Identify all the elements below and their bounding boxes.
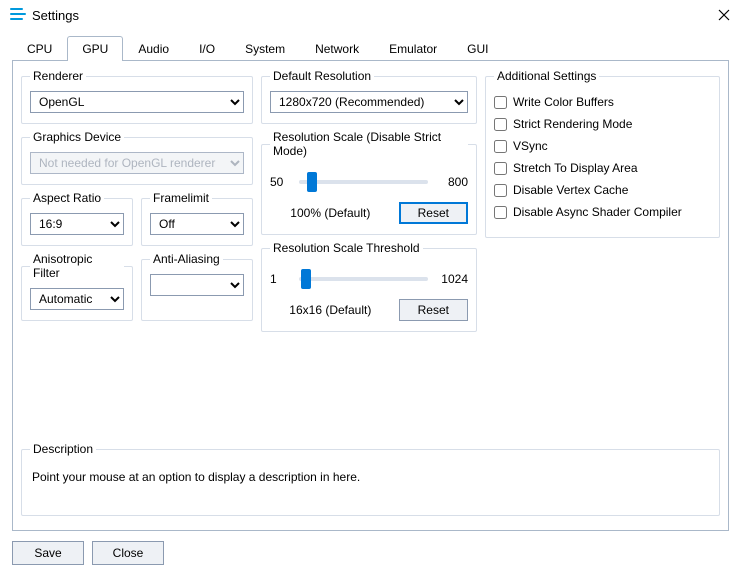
resolution-scale-slider[interactable]	[299, 172, 428, 192]
disable-vertex-cache-checkbox[interactable]	[494, 184, 507, 197]
tab-system[interactable]: System	[230, 36, 300, 61]
stretch-label: Stretch To Display Area	[513, 161, 638, 175]
framelimit-group: Framelimit Off	[141, 191, 253, 246]
framelimit-legend: Framelimit	[150, 191, 212, 205]
resolution-threshold-legend: Resolution Scale Threshold	[270, 241, 423, 255]
graphics-device-legend: Graphics Device	[30, 130, 124, 144]
anisotropic-group: Anisotropic Filter Automatic	[21, 252, 133, 321]
antialiasing-select[interactable]	[150, 274, 244, 296]
aspect-ratio-group: Aspect Ratio 16:9	[21, 191, 133, 246]
renderer-legend: Renderer	[30, 69, 86, 83]
disable-vertex-cache-row[interactable]: Disable Vertex Cache	[494, 183, 711, 197]
resolution-scale-min: 50	[270, 175, 293, 189]
vsync-row[interactable]: VSync	[494, 139, 711, 153]
default-resolution-select[interactable]: 1280x720 (Recommended)	[270, 91, 468, 113]
renderer-select[interactable]: OpenGL	[30, 91, 244, 113]
disable-async-shader-label: Disable Async Shader Compiler	[513, 205, 682, 219]
tab-cpu[interactable]: CPU	[12, 36, 67, 61]
renderer-group: Renderer OpenGL	[21, 69, 253, 124]
resolution-scale-group: Resolution Scale (Disable Strict Mode) 5…	[261, 130, 477, 235]
anisotropic-select[interactable]: Automatic	[30, 288, 124, 310]
description-group: Description Point your mouse at an optio…	[21, 442, 720, 516]
vsync-checkbox[interactable]	[494, 140, 507, 153]
description-text: Point your mouse at an option to display…	[30, 464, 711, 490]
resolution-threshold-current: 16x16 (Default)	[270, 303, 391, 317]
antialiasing-legend: Anti-Aliasing	[150, 252, 223, 266]
aspect-ratio-select[interactable]: 16:9	[30, 213, 124, 235]
tab-emulator[interactable]: Emulator	[374, 36, 452, 61]
resolution-threshold-slider[interactable]	[299, 269, 428, 289]
footer: Save Close	[0, 531, 741, 575]
tab-network[interactable]: Network	[300, 36, 374, 61]
graphics-device-select: Not needed for OpenGL renderer	[30, 152, 244, 174]
default-resolution-legend: Default Resolution	[270, 69, 374, 83]
tab-gpu[interactable]: GPU	[67, 36, 123, 61]
titlebar: Settings	[0, 0, 741, 30]
write-color-buffers-label: Write Color Buffers	[513, 95, 614, 109]
tab-panel: Renderer OpenGL Graphics Device Not need…	[12, 61, 729, 531]
tab-bar: CPU GPU Audio I/O System Network Emulato…	[12, 36, 729, 61]
close-button[interactable]: Close	[92, 541, 164, 565]
write-color-buffers-row[interactable]: Write Color Buffers	[494, 95, 711, 109]
resolution-threshold-min: 1	[270, 272, 293, 286]
write-color-buffers-checkbox[interactable]	[494, 96, 507, 109]
close-icon[interactable]	[717, 8, 731, 22]
tab-gui[interactable]: GUI	[452, 36, 503, 61]
default-resolution-group: Default Resolution 1280x720 (Recommended…	[261, 69, 477, 124]
strict-rendering-label: Strict Rendering Mode	[513, 117, 632, 131]
additional-settings-group: Additional Settings Write Color Buffers …	[485, 69, 720, 238]
description-legend: Description	[30, 442, 96, 456]
resolution-threshold-group: Resolution Scale Threshold 1 1024 16x16 …	[261, 241, 477, 332]
app-logo-icon	[10, 7, 26, 24]
disable-async-shader-row[interactable]: Disable Async Shader Compiler	[494, 205, 711, 219]
additional-settings-legend: Additional Settings	[494, 69, 599, 83]
resolution-scale-current: 100% (Default)	[270, 206, 391, 220]
disable-vertex-cache-label: Disable Vertex Cache	[513, 183, 628, 197]
save-button[interactable]: Save	[12, 541, 84, 565]
resolution-threshold-reset-button[interactable]: Reset	[399, 299, 468, 321]
vsync-label: VSync	[513, 139, 548, 153]
resolution-scale-reset-button[interactable]: Reset	[399, 202, 468, 224]
tab-io[interactable]: I/O	[184, 36, 230, 61]
strict-rendering-checkbox[interactable]	[494, 118, 507, 131]
resolution-scale-legend: Resolution Scale (Disable Strict Mode)	[270, 130, 468, 158]
stretch-checkbox[interactable]	[494, 162, 507, 175]
resolution-threshold-max: 1024	[434, 272, 468, 286]
framelimit-select[interactable]: Off	[150, 213, 244, 235]
tab-audio[interactable]: Audio	[123, 36, 184, 61]
window-title: Settings	[32, 8, 717, 23]
stretch-row[interactable]: Stretch To Display Area	[494, 161, 711, 175]
antialiasing-group: Anti-Aliasing	[141, 252, 253, 321]
aspect-ratio-legend: Aspect Ratio	[30, 191, 104, 205]
graphics-device-group: Graphics Device Not needed for OpenGL re…	[21, 130, 253, 185]
disable-async-shader-checkbox[interactable]	[494, 206, 507, 219]
strict-rendering-row[interactable]: Strict Rendering Mode	[494, 117, 711, 131]
resolution-scale-max: 800	[434, 175, 468, 189]
anisotropic-legend: Anisotropic Filter	[30, 252, 124, 280]
